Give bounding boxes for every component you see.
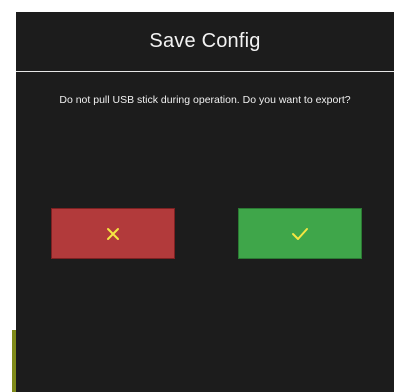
save-config-dialog: Save Config Do not pull USB stick during… bbox=[16, 12, 394, 392]
check-icon bbox=[291, 227, 309, 241]
dialog-message: Do not pull USB stick during operation. … bbox=[59, 94, 351, 106]
title-divider bbox=[16, 71, 394, 72]
dialog-title: Save Config bbox=[149, 30, 261, 52]
cancel-button[interactable] bbox=[51, 208, 175, 259]
close-icon bbox=[106, 227, 120, 241]
confirm-button[interactable] bbox=[238, 208, 362, 259]
screen: Save Config Do not pull USB stick during… bbox=[0, 0, 394, 392]
